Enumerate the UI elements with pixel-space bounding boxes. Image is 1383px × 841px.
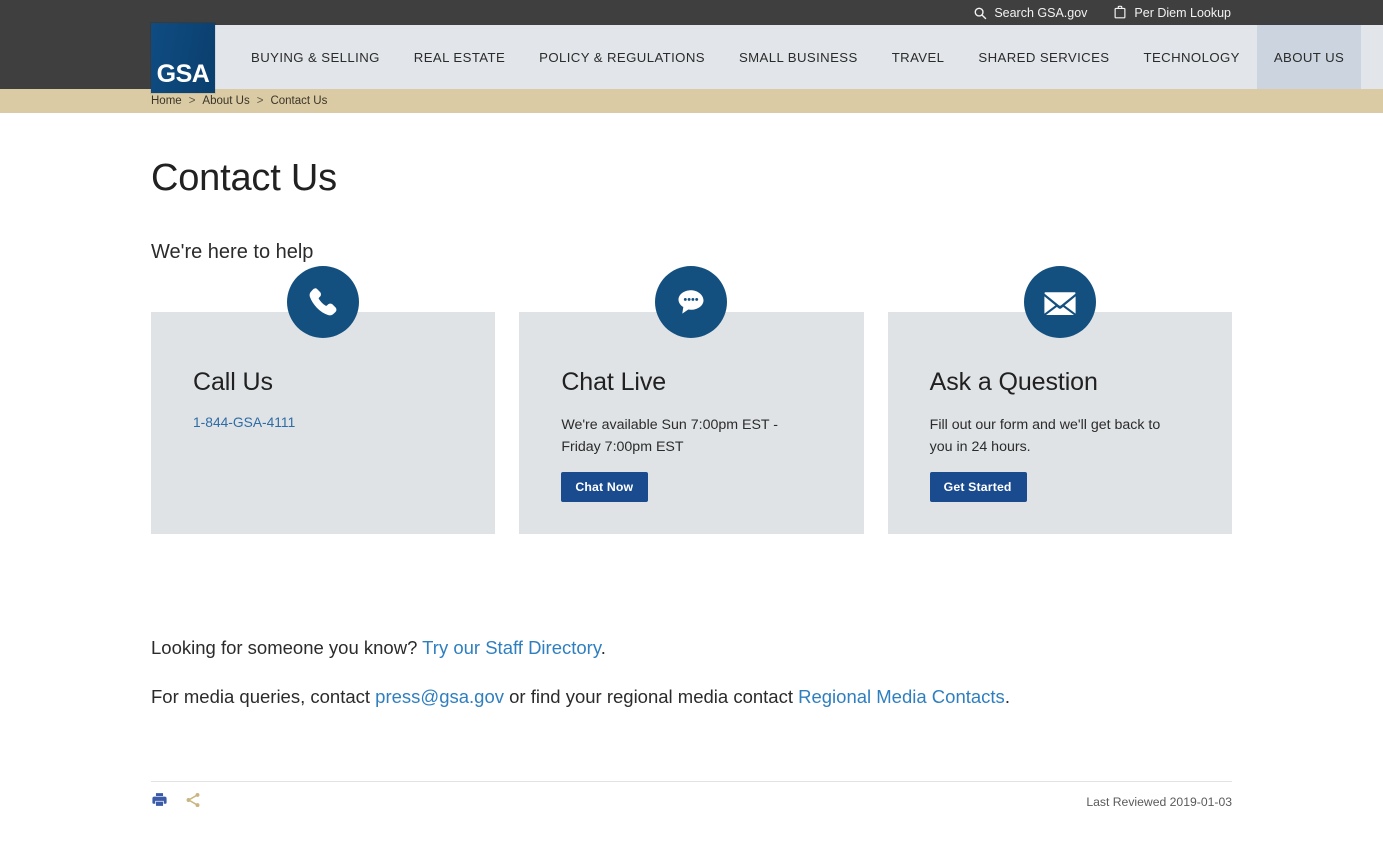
share-icon [184, 791, 202, 809]
site-header: GSA BUYING & SELLING REAL ESTATE POLICY … [0, 25, 1383, 89]
nav-item-policy-regulations[interactable]: POLICY & REGULATIONS [522, 25, 722, 89]
card-body-chat-live: We're available Sun 7:00pm EST - Friday … [561, 414, 806, 458]
nav-item-small-business[interactable]: SMALL BUSINESS [722, 25, 875, 89]
per-diem-lookup-link[interactable]: Per Diem Lookup [1113, 5, 1231, 20]
page-subtitle: We're here to help [151, 241, 1232, 264]
footer-row: Last Reviewed 2019-01-03 [151, 782, 1232, 809]
nav-spacer [1361, 25, 1383, 89]
print-button[interactable] [151, 791, 168, 808]
logo-slot [0, 25, 151, 89]
card-heading-call-us: Call Us [193, 368, 453, 397]
nav-item-technology[interactable]: TECHNOLOGY [1127, 25, 1257, 89]
nav-item-about-us[interactable]: ABOUT US [1257, 25, 1361, 89]
breadcrumb-item-home[interactable]: Home [151, 95, 182, 107]
prose-section: Looking for someone you know? Try our St… [151, 636, 1232, 710]
footer-icons [151, 791, 202, 809]
phone-icon [287, 266, 359, 338]
media-text-post: . [1005, 686, 1010, 707]
card-heading-ask-a-question: Ask a Question [930, 368, 1190, 397]
breadcrumb-separator: > [257, 95, 264, 107]
search-gsa-link[interactable]: Search GSA.gov [973, 6, 1087, 20]
card-call-us: Call Us 1-844-GSA-4111 [151, 312, 495, 534]
card-heading-chat-live: Chat Live [561, 368, 821, 397]
get-started-button[interactable]: Get Started [930, 472, 1027, 502]
search-icon [973, 6, 987, 20]
gsa-logo-text: GSA [157, 62, 210, 87]
contact-cards: Call Us 1-844-GSA-4111 Chat Live We're a… [151, 312, 1232, 534]
media-queries-paragraph: For media queries, contact press@gsa.gov… [151, 685, 1232, 710]
nav-item-shared-services[interactable]: SHARED SERVICES [961, 25, 1126, 89]
printer-icon [151, 791, 168, 808]
staff-directory-text-post: . [601, 637, 606, 658]
nav-item-real-estate[interactable]: REAL ESTATE [397, 25, 522, 89]
media-text-pre: For media queries, contact [151, 686, 375, 707]
last-reviewed-label: Last Reviewed 2019-01-03 [1086, 791, 1232, 809]
page-content: Contact Us We're here to help Call Us 1-… [0, 157, 1383, 809]
card-chat-live: Chat Live We're available Sun 7:00pm EST… [519, 312, 863, 534]
search-gsa-label: Search GSA.gov [994, 6, 1087, 20]
card-ask-a-question: Ask a Question Fill out our form and we'… [888, 312, 1232, 534]
staff-directory-text-pre: Looking for someone you know? [151, 637, 422, 658]
phone-number-link[interactable]: 1-844-GSA-4111 [193, 415, 295, 430]
breadcrumb-item-contact-us: Contact Us [270, 95, 327, 107]
chat-bubble-icon [655, 266, 727, 338]
press-email-link[interactable]: press@gsa.gov [375, 686, 504, 707]
nav-item-buying-selling[interactable]: BUYING & SELLING [234, 25, 397, 89]
utility-bar: Search GSA.gov Per Diem Lookup [0, 0, 1383, 25]
card-body-ask-a-question: Fill out our form and we'll get back to … [930, 414, 1175, 458]
breadcrumb-item-about-us[interactable]: About Us [202, 95, 249, 107]
chat-now-button[interactable]: Chat Now [561, 472, 648, 502]
staff-directory-link[interactable]: Try our Staff Directory [422, 637, 601, 658]
envelope-icon [1024, 266, 1096, 338]
staff-directory-paragraph: Looking for someone you know? Try our St… [151, 636, 1232, 661]
per-diem-lookup-label: Per Diem Lookup [1134, 6, 1231, 20]
gsa-logo[interactable]: GSA [151, 23, 215, 93]
media-text-mid: or find your regional media contact [504, 686, 798, 707]
share-button[interactable] [184, 791, 202, 809]
main-navigation: BUYING & SELLING REAL ESTATE POLICY & RE… [234, 25, 1361, 89]
briefcase-icon [1113, 5, 1127, 20]
breadcrumb-separator: > [189, 95, 196, 107]
regional-media-contacts-link[interactable]: Regional Media Contacts [798, 686, 1005, 707]
nav-item-travel[interactable]: TRAVEL [875, 25, 962, 89]
page-title: Contact Us [151, 157, 1232, 200]
